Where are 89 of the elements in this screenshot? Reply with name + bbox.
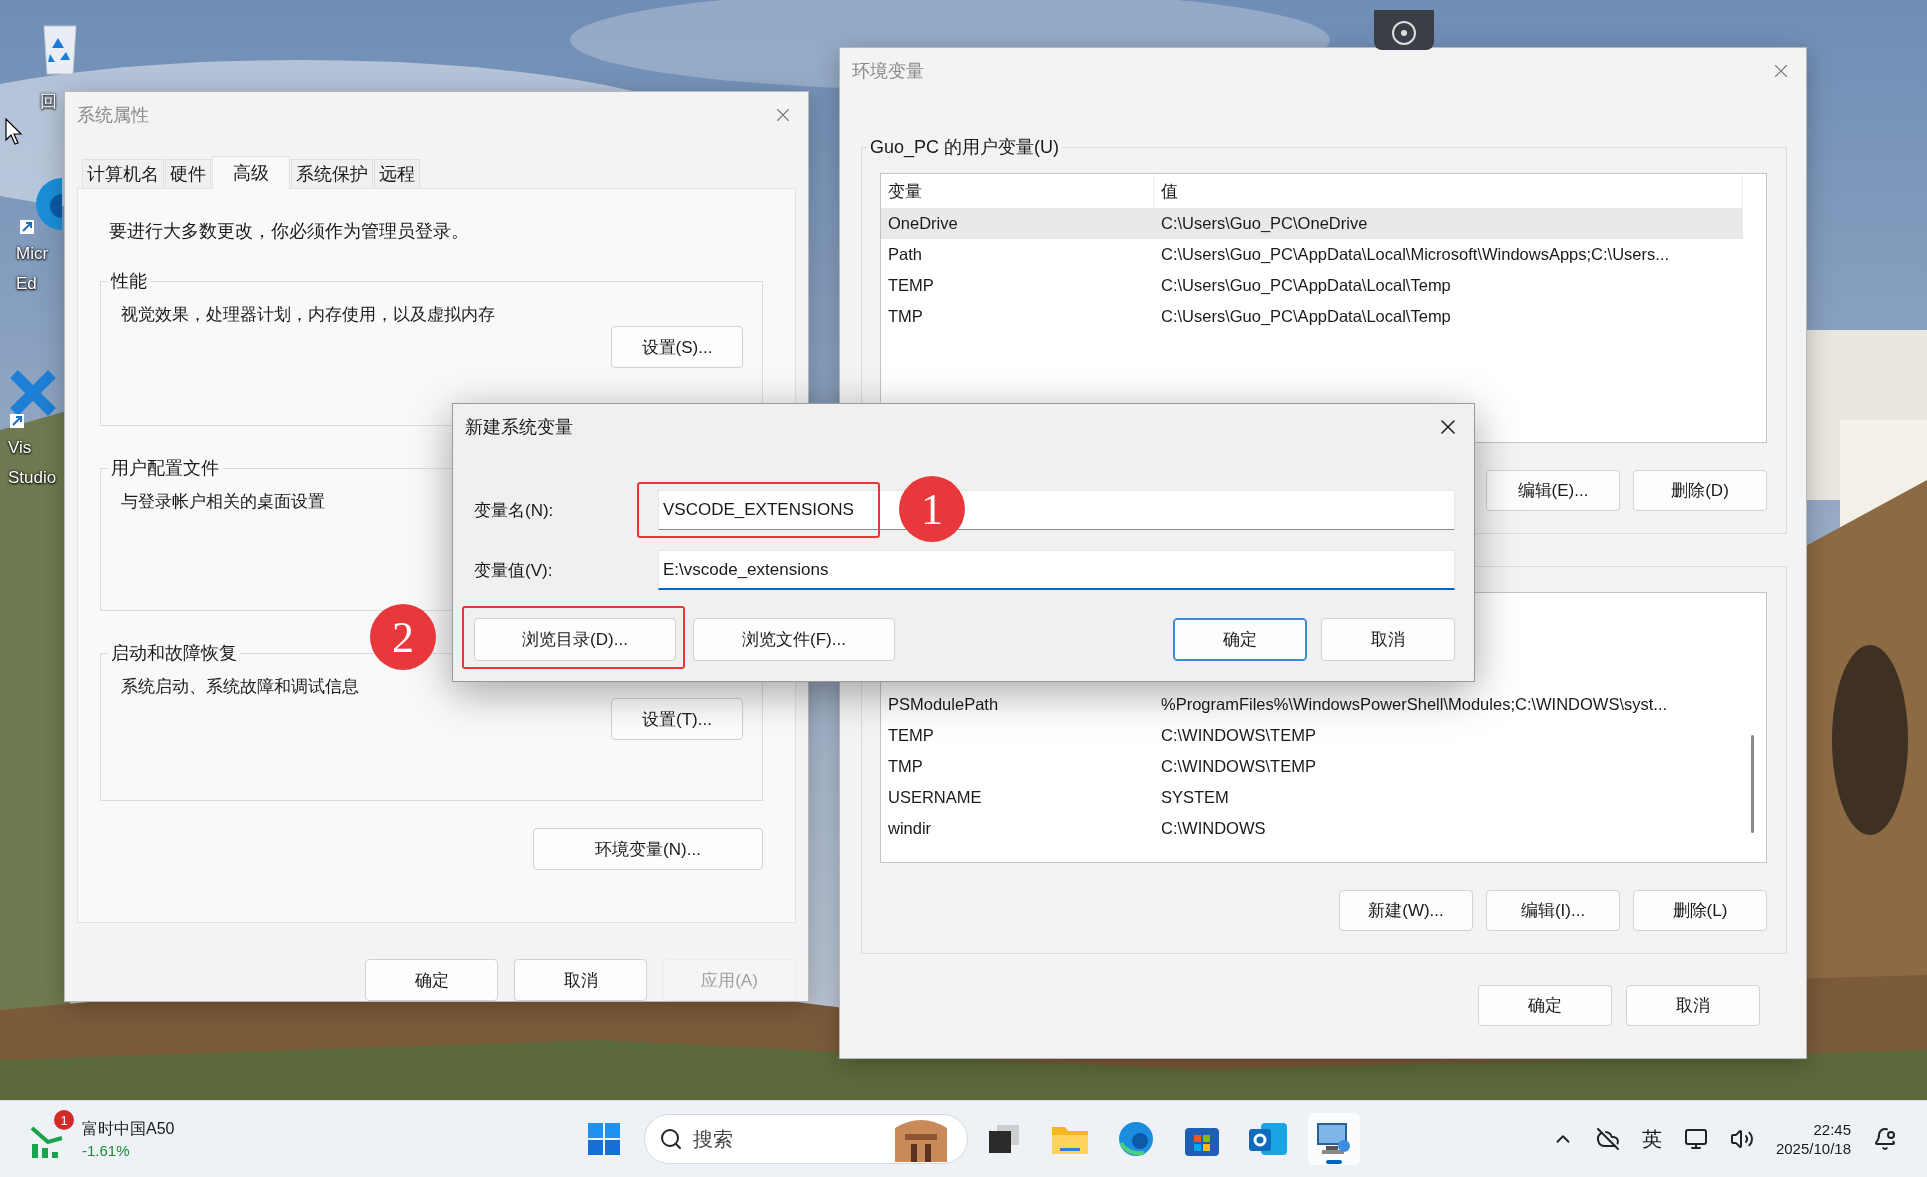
- scrollbar[interactable]: [1751, 735, 1754, 833]
- browser-icon: [1118, 1121, 1154, 1157]
- list-row[interactable]: OneDrive C:\Users\Guo_PC\OneDrive: [881, 208, 1743, 239]
- group-title: Guo_PC 的用户变量(U): [869, 136, 1061, 159]
- tab[interactable]: 计算机名: [82, 159, 164, 189]
- variable-value: C:\WINDOWS\TEMP: [1160, 757, 1317, 776]
- variable-name: PSModulePath: [887, 695, 1000, 714]
- desktop-icon-label: Ed: [16, 273, 37, 295]
- dialog-button[interactable]: 取消: [1321, 618, 1455, 661]
- variable-value: SYSTEM: [1160, 788, 1230, 807]
- variable-name: TEMP: [887, 276, 935, 295]
- widget-change: -1.61%: [82, 1142, 131, 1159]
- variable-value: C:\Users\Guo_PC\OneDrive: [1160, 214, 1369, 233]
- mouse-cursor-icon: [5, 118, 23, 146]
- list-action-button[interactable]: 编辑(E)...: [1486, 470, 1620, 511]
- list-action-button[interactable]: 删除(L): [1633, 890, 1767, 931]
- taskbar-app-button[interactable]: [1308, 1113, 1360, 1165]
- list-row[interactable]: Path C:\Users\Guo_PC\AppData\Local\Microsoft\WindowsApps;C:\Users...: [881, 239, 1743, 270]
- desktop-icon-label: Micr: [16, 243, 49, 265]
- desktop-icon-label: Vis: [8, 437, 32, 459]
- variable-name: USERNAME: [887, 788, 983, 807]
- variable-name: Path: [887, 245, 923, 264]
- environment-variables-button[interactable]: 环境变量(N)...: [533, 828, 763, 871]
- variable-value: C:\WINDOWS\TEMP: [1160, 726, 1317, 745]
- windows-logo-icon: [588, 1123, 620, 1155]
- field-label: 变量名(N):: [473, 499, 555, 522]
- folder-icon: [1052, 1124, 1088, 1154]
- settings-button[interactable]: 设置(S)...: [611, 326, 743, 369]
- search-field[interactable]: 搜索: [644, 1114, 968, 1164]
- tab[interactable]: 远程: [374, 159, 420, 189]
- dialog-button[interactable]: 取消: [514, 959, 647, 1001]
- group-title: 启动和故障恢复: [110, 642, 238, 666]
- dialog-button[interactable]: 浏览目录(D)...: [474, 618, 676, 661]
- dialog-button[interactable]: 取消: [1626, 985, 1760, 1026]
- variable-name: OneDrive: [887, 214, 959, 233]
- monitor-icon[interactable]: [1683, 1127, 1708, 1151]
- dialog-title: 新建系统变量: [465, 416, 573, 439]
- desktop-icon-label: Studio: [8, 467, 57, 489]
- tab[interactable]: 硬件: [165, 159, 211, 189]
- field-label: 变量值(V):: [473, 559, 554, 582]
- variable-value: C:\Users\Guo_PC\AppData\Local\Microsoft\WindowsApps;C:\Users...: [1160, 245, 1670, 264]
- dialog-button[interactable]: 确定: [1173, 618, 1307, 661]
- variable-name: TEMP: [887, 726, 935, 745]
- active-indicator: [1326, 1160, 1342, 1164]
- dialog-button[interactable]: 确定: [1478, 985, 1612, 1026]
- window-stack-icon: [989, 1125, 1019, 1153]
- group-title: 性能: [109, 270, 148, 294]
- input-field[interactable]: E:\vscode_extensions: [658, 550, 1455, 590]
- variable-name: TMP: [887, 307, 924, 326]
- variable-value: C:\WINDOWS: [1160, 819, 1267, 838]
- variable-value: C:\Users\Guo_PC\AppData\Local\Temp: [1160, 307, 1452, 326]
- dialog-button[interactable]: 确定: [365, 959, 498, 1001]
- computer-app-icon: [1316, 1122, 1352, 1156]
- speaker-icon[interactable]: [1729, 1127, 1754, 1151]
- tab[interactable]: 高级: [212, 156, 290, 190]
- variable-name: TMP: [887, 757, 924, 776]
- clock-date[interactable]: 2025/10/18: [1775, 1140, 1851, 1157]
- input-method-indicator[interactable]: 英: [1641, 1125, 1662, 1153]
- list-row[interactable]: TEMP C:\Users\Guo_PC\AppData\Local\Temp: [881, 270, 1743, 301]
- group-title: 用户配置文件: [110, 457, 220, 481]
- cloud-off-icon[interactable]: [1595, 1127, 1620, 1151]
- group-description: 与登录帐户相关的桌面设置: [121, 491, 325, 514]
- clock-time[interactable]: 22:45: [1813, 1121, 1851, 1138]
- window-title: 环境变量: [852, 60, 924, 83]
- dialog-button[interactable]: 浏览文件(F)...: [693, 618, 895, 661]
- list-action-button[interactable]: 删除(D): [1633, 470, 1767, 511]
- notification-bell-icon[interactable]: [1873, 1127, 1897, 1151]
- list-row[interactable]: TMP C:\Users\Guo_PC\AppData\Local\Temp: [881, 301, 1743, 332]
- mail-app-icon: [1249, 1123, 1287, 1155]
- variable-value: C:\Users\Guo_PC\AppData\Local\Temp: [1160, 276, 1452, 295]
- tab[interactable]: 系统保护: [291, 159, 373, 189]
- group-description: 视觉效果，处理器计划，内存使用，以及虚拟内存: [121, 304, 495, 327]
- cross-shape-icon[interactable]: [8, 368, 58, 430]
- widget-title[interactable]: 富时中国A50: [82, 1119, 175, 1140]
- recycle-bin-icon[interactable]: [40, 22, 80, 78]
- search-placeholder: 搜索: [693, 1126, 733, 1152]
- window-title: 系统属性: [77, 104, 149, 127]
- floating-capture-button[interactable]: [1374, 10, 1434, 50]
- variable-value: %ProgramFiles%\WindowsPowerShell\Modules;C:\WINDOWS\syst...: [1160, 695, 1669, 714]
- list-action-button[interactable]: 编辑(I)...: [1486, 890, 1620, 931]
- variable-name: windir: [887, 819, 933, 838]
- notification-badge: 1: [54, 1110, 74, 1130]
- group-description: 系统启动、系统故障和调试信息: [121, 676, 359, 699]
- desktop-icon-label: 回: [40, 91, 57, 113]
- admin-notice: 要进行大多数更改，你必须作为管理员登录。: [109, 220, 470, 244]
- circle-icon: [1391, 20, 1417, 46]
- settings-button[interactable]: 设置(T)...: [611, 698, 743, 741]
- list-action-button[interactable]: 新建(W)...: [1339, 890, 1473, 931]
- search-icon: [659, 1127, 683, 1151]
